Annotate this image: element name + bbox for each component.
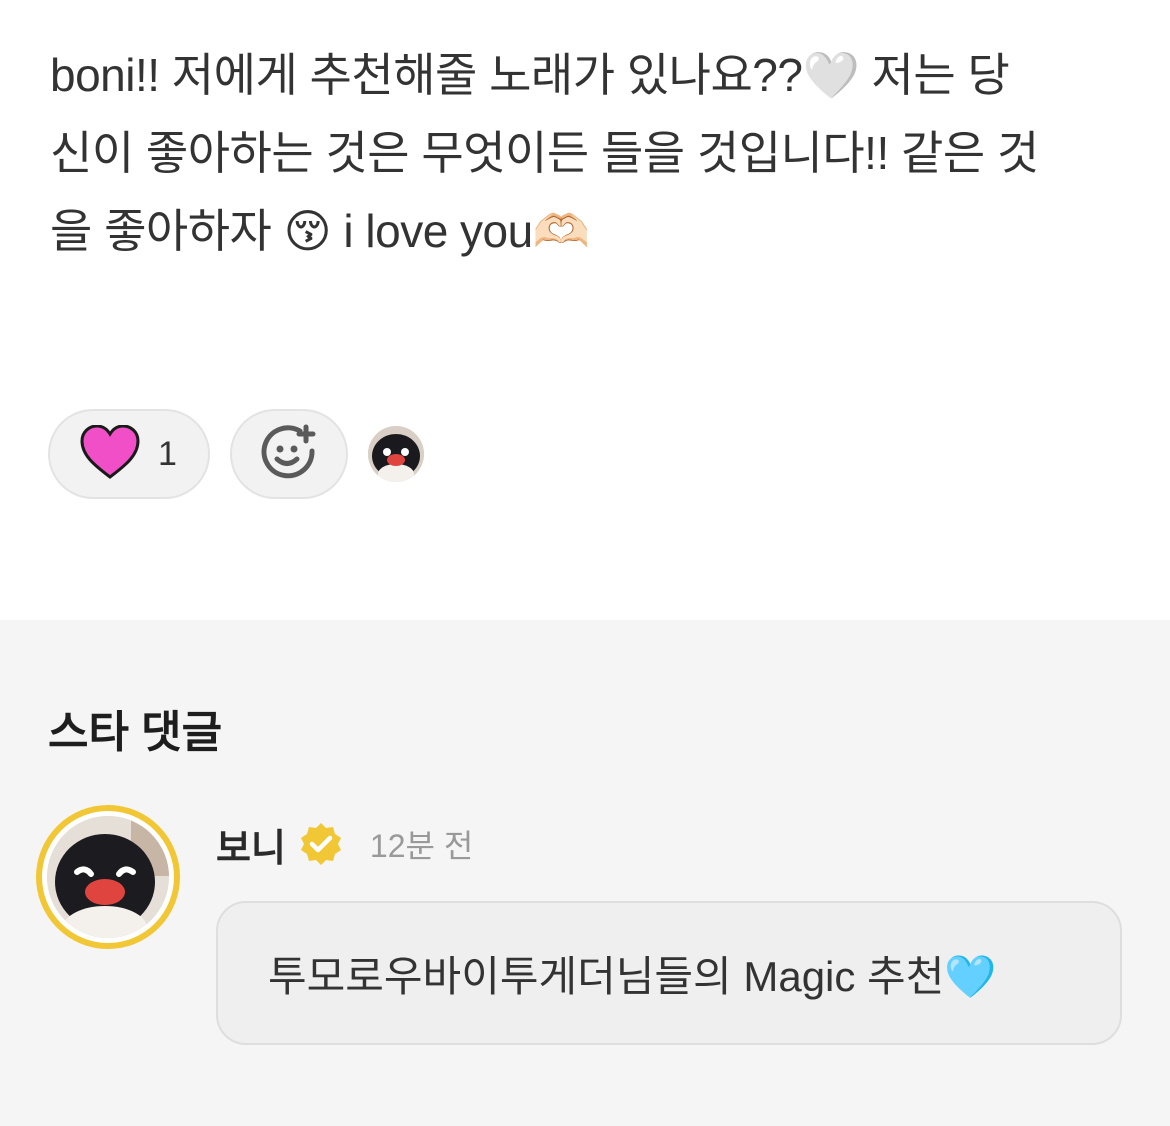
star-comments-section: 스타 댓글 보니 12분 전 투모로우바이투게더님들의 Magic 추천🩵 [0, 620, 1170, 1126]
verified-badge-icon [298, 821, 344, 867]
section-title: 스타 댓글 [48, 708, 223, 757]
comment-timestamp: 12분 전 [369, 828, 474, 864]
reactor-avatar[interactable] [368, 426, 424, 482]
post-text-line: 을 좋아하자 😚 i love you🫶🏻 [50, 205, 590, 257]
add-reaction-icon [260, 423, 318, 486]
comment-meta: 보니 12분 전 [216, 818, 473, 870]
comment-bubble: 투모로우바이투게더님들의 Magic 추천🩵 [216, 901, 1122, 1045]
pink-heart-icon [80, 423, 140, 484]
like-count: 1 [158, 434, 177, 473]
add-reaction-button[interactable] [230, 409, 348, 499]
post-text-line: boni!! 저에게 추천해줄 노래가 있나요??🤍 저는 당 [50, 49, 1010, 101]
post-body: boni!! 저에게 추천해줄 노래가 있나요??🤍 저는 당 신이 좋아하는 … [0, 0, 1170, 620]
post-text: boni!! 저에게 추천해줄 노래가 있나요??🤍 저는 당 신이 좋아하는 … [50, 36, 1130, 270]
comment-text: 투모로우바이투게더님들의 Magic 추천🩵 [268, 952, 997, 1000]
author-name[interactable]: 보니 [216, 817, 286, 872]
avatar[interactable] [36, 805, 180, 949]
like-button[interactable]: 1 [48, 409, 210, 499]
post-text-line: 신이 좋아하는 것은 무엇이든 들을 것입니다!! 같은 것 [50, 127, 1039, 179]
reaction-bar: 1 [48, 409, 424, 499]
